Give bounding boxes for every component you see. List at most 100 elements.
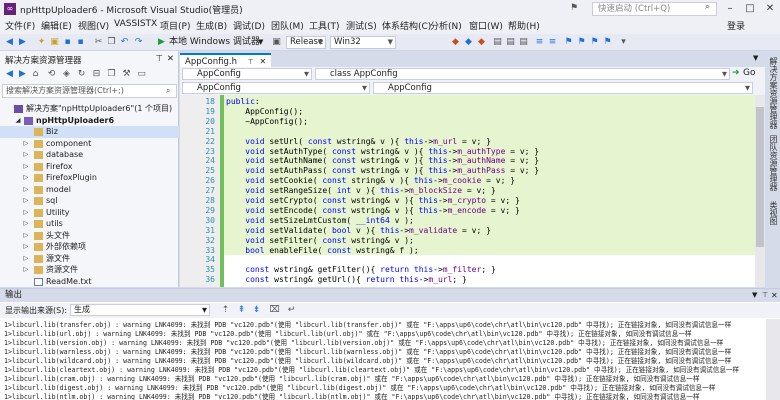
tree-item-folder[interactable]: ▷ 外部依赖项	[0, 241, 179, 253]
bookmark-icon[interactable]: ⚑	[563, 37, 574, 48]
start-debugging-icon[interactable]: ▶	[156, 37, 167, 48]
tool-icon-4[interactable]: ▤	[492, 37, 503, 48]
code-line[interactable]	[226, 127, 751, 137]
back-icon[interactable]: ◀	[4, 37, 15, 48]
quick-launch-input[interactable]: 快速启动 (Ctrl+Q)	[592, 2, 717, 16]
menu-debug[interactable]: 调试(D)	[233, 19, 265, 32]
uncomment-icon[interactable]: ≡	[547, 37, 558, 48]
minimize-button[interactable]: –	[720, 0, 740, 18]
run-target-dropdown-icon[interactable]: ▼	[258, 36, 263, 49]
go-to-previous-message-icon[interactable]: ⇞	[236, 305, 247, 316]
code-line[interactable]: void setRangeSize( int v ){ this->m_bloc…	[226, 186, 751, 196]
pin-icon[interactable]: ⊤	[248, 58, 254, 66]
tree-item-folder[interactable]: ▷ FirefoxPlugin	[0, 172, 179, 184]
class-select[interactable]: class AppConfig ▼	[315, 68, 730, 80]
menu-project[interactable]: 项目(P)	[160, 19, 190, 32]
refresh-icon[interactable]: ↻	[76, 69, 87, 80]
tree-item-folder[interactable]: ▷ Firefox	[0, 161, 179, 173]
output-text[interactable]: 1>libcurl.lib(transfer.obj) : warning LN…	[0, 320, 766, 400]
close-icon[interactable]: ✕	[167, 54, 174, 64]
save-icon[interactable]: ▪	[62, 37, 73, 48]
tree-item-folder[interactable]: ▷ Utility	[0, 207, 179, 219]
search-icon[interactable]: ⌕	[705, 2, 710, 12]
find-message-icon[interactable]: ⇡	[220, 305, 231, 316]
dropdown-icon[interactable]: ▼	[752, 289, 757, 302]
output-vertical-scrollbar[interactable]	[766, 319, 780, 400]
back-icon[interactable]: ◀	[4, 69, 15, 80]
menu-analyze[interactable]: 分析(N)	[430, 19, 462, 32]
expand-toggle[interactable]: ▷	[22, 161, 30, 173]
tree-item-project[interactable]: ◢ npHttpUploader6	[0, 115, 179, 127]
pin-icon[interactable]: ⊤	[156, 54, 163, 64]
tool-icon-5[interactable]: ▤	[505, 37, 516, 48]
run-target-label[interactable]: 本地 Windows 调试器	[169, 36, 260, 49]
solution-search-input[interactable]: 搜索解决方案资源管理器(Ctrl+;)	[2, 84, 177, 98]
code-line[interactable]: void setEncode( const wstring& v ){ this…	[226, 206, 751, 216]
tree-item-folder[interactable]: ▷ component	[0, 138, 179, 150]
expand-toggle[interactable]: ▷	[22, 195, 30, 207]
side-tab-team-explorer[interactable]: 团队资源管理器	[766, 135, 779, 191]
tree-item-folder[interactable]: ▷ sql	[0, 195, 179, 207]
flag-icon[interactable]: ⚑	[570, 3, 578, 13]
expand-toggle[interactable]: ▷	[22, 149, 30, 161]
redo-icon[interactable]: ↷	[133, 37, 144, 48]
login-link[interactable]: 登录	[727, 19, 745, 32]
sync-icon[interactable]: ⟲	[46, 69, 57, 80]
menu-window[interactable]: 窗口(W)	[469, 19, 503, 32]
menu-architecture[interactable]: 体系结构(C)	[382, 19, 431, 32]
preview-icon[interactable]: ▭	[136, 69, 147, 80]
code-line[interactable]: const wstring& getFilter(){ return this-…	[226, 265, 751, 275]
code-line[interactable]: void setAuthType( const wstring& v ){ th…	[226, 147, 751, 157]
save-all-icon[interactable]: ▪	[75, 37, 86, 48]
bookmark-clear-icon[interactable]: ⚑	[602, 37, 613, 48]
tree-item-folder[interactable]: ▷ 源文件	[0, 253, 179, 265]
expand-toggle[interactable]: ▷	[22, 138, 30, 150]
output-source-select[interactable]: 生成 ▼	[70, 304, 210, 316]
close-icon[interactable]: ✕	[771, 289, 778, 302]
code-line[interactable]: ~AppConfig();	[226, 117, 751, 127]
tree-item-folder[interactable]: Biz	[0, 126, 179, 138]
tool-icon-3[interactable]: ◆	[476, 37, 487, 48]
expand-toggle[interactable]: ▷	[22, 241, 30, 253]
tree-item-folder[interactable]: ▷ model	[0, 184, 179, 196]
tool-icon-1[interactable]: ◆	[450, 37, 461, 48]
undo-icon[interactable]: ↶	[119, 37, 130, 48]
tab-list-dropdown-icon[interactable]: ▼	[753, 54, 758, 62]
forward-icon[interactable]: ▶	[17, 37, 28, 48]
expand-toggle[interactable]: ▷	[22, 218, 30, 230]
tool-icon-6[interactable]: ▤	[518, 37, 529, 48]
comment-icon[interactable]: ≡	[534, 37, 545, 48]
go-arrow-icon[interactable]: ➜	[732, 68, 740, 78]
bookmark-next-icon[interactable]: ⚑	[589, 37, 600, 48]
code-line[interactable]	[226, 255, 751, 265]
side-tab-solution-explorer[interactable]: 解决方案资源管理器	[766, 57, 779, 129]
tab-appconfig-h[interactable]: AppConfig.h ⊤ ✕	[180, 53, 272, 67]
home-icon[interactable]: ⌂	[30, 69, 41, 80]
go-button[interactable]: Go	[743, 68, 755, 78]
code-line[interactable]: void setSizeLmtCustom( __int64 v );	[226, 216, 751, 226]
search-options-icon[interactable]: ⌕	[166, 86, 170, 96]
tree-item-solution[interactable]: 解决方案"npHttpUploader6"(1 个项目)	[0, 103, 179, 115]
scope-select[interactable]: AppConfig ▼	[182, 68, 312, 80]
menu-view[interactable]: 视图(V)	[78, 19, 109, 32]
code-line[interactable]: bool enableFile( const wstring& f );	[226, 246, 751, 256]
properties-icon[interactable]: ⚒	[121, 69, 132, 80]
word-wrap-icon[interactable]: ↵	[286, 305, 297, 316]
code-line[interactable]: void setValidate( bool v ){ this->m_vali…	[226, 226, 751, 236]
close-icon[interactable]: ✕	[259, 57, 266, 66]
code-line[interactable]: void setCookie( const string& v ){ this-…	[226, 176, 751, 186]
forward-icon[interactable]: ▶	[17, 69, 28, 80]
pin-icon[interactable]: ⊤	[762, 289, 768, 302]
code-line[interactable]: void setAuthName( const wstring& v ){ th…	[226, 156, 751, 166]
menu-build[interactable]: 生成(B)	[196, 19, 227, 32]
expand-toggle[interactable]: ▷	[22, 253, 30, 265]
menu-help[interactable]: 帮助(H)	[508, 19, 540, 32]
code-line[interactable]: public:	[226, 97, 751, 107]
tool-icon-2[interactable]: ◆	[463, 37, 474, 48]
new-project-icon[interactable]: ✦	[36, 37, 47, 48]
code-line[interactable]: void setFilter( const wstring& v );	[226, 236, 751, 246]
toolbar-options-icon[interactable]: ▾	[618, 37, 629, 48]
menu-vassistx[interactable]: VASSISTX	[114, 19, 157, 29]
tree-item-folder[interactable]: ▷ 头文件	[0, 230, 179, 242]
code-line[interactable]: AppConfig();	[226, 107, 751, 117]
